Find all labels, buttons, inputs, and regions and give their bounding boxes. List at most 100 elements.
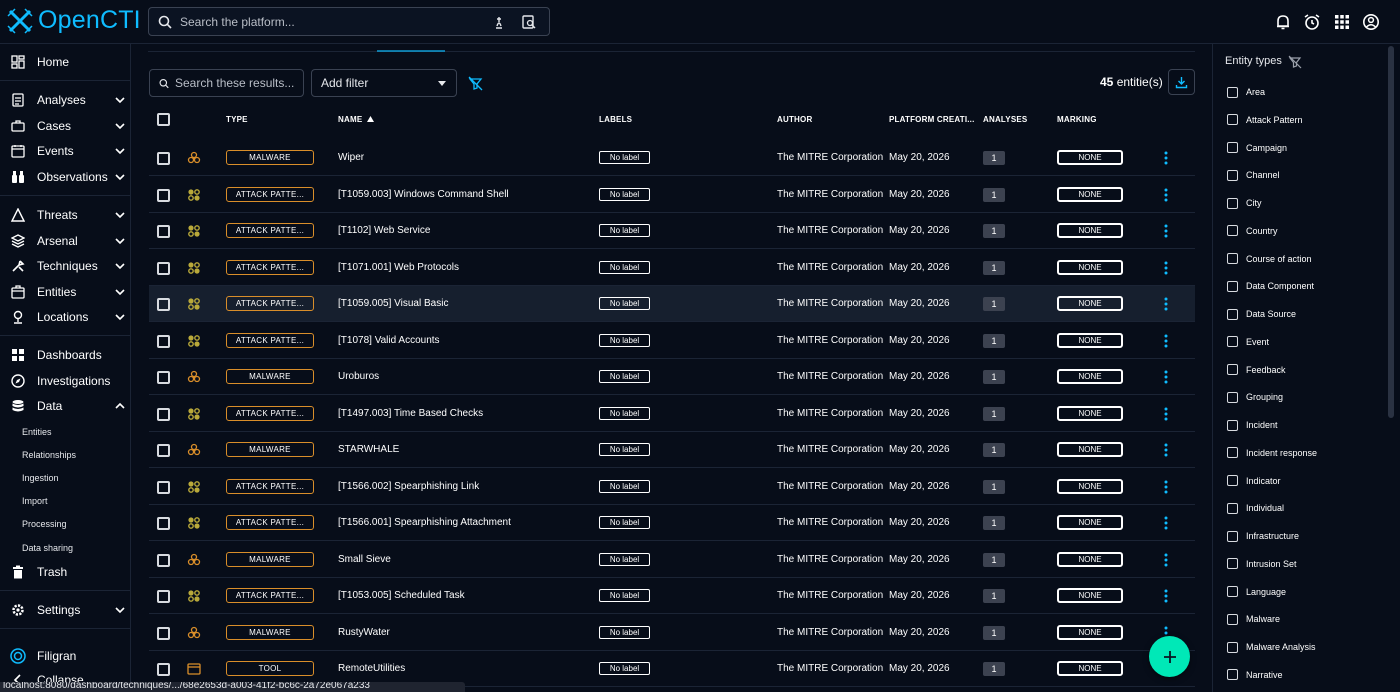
more-vert-icon[interactable] [1159, 552, 1173, 568]
filter-off-icon[interactable] [1288, 55, 1302, 69]
entity-name[interactable]: [T1566.002] Spearphishing Link [338, 481, 479, 492]
entity-type-checkbox[interactable] [1227, 280, 1238, 292]
nav-item-threats[interactable]: Threats [0, 203, 131, 227]
account-circle-icon[interactable] [1362, 13, 1380, 31]
table-row[interactable]: ATTACK PATTE... [T1566.001] Spearphishing… [149, 505, 1195, 541]
nav-item-data[interactable]: Data [0, 394, 131, 418]
clear-filter-icon[interactable] [468, 76, 483, 91]
entity-type-item[interactable]: City [1227, 196, 1262, 210]
entity-name[interactable]: [T1078] Valid Accounts [338, 335, 440, 346]
entity-type-item[interactable]: Attack Pattern [1227, 113, 1303, 127]
nav-item-events[interactable]: Events [0, 139, 131, 163]
entity-type-item[interactable]: Incident [1227, 418, 1278, 432]
entity-type-checkbox[interactable] [1227, 586, 1238, 597]
entity-type-checkbox[interactable] [1227, 364, 1238, 375]
more-vert-icon[interactable] [1159, 260, 1173, 276]
entity-type-checkbox[interactable] [1227, 447, 1238, 459]
nav-item-analyses[interactable]: Analyses [0, 88, 131, 112]
entity-type-checkbox[interactable] [1227, 502, 1238, 514]
ai-hand-icon[interactable] [491, 14, 507, 30]
opencti-logo[interactable]: OpenCTI [6, 6, 141, 35]
nav-subitem-data-sharing[interactable]: Data sharing [22, 543, 73, 553]
nav-subitem-processing[interactable]: Processing [22, 519, 67, 529]
entity-name[interactable]: [T1102] Web Service [338, 225, 430, 236]
nav-item-filigran[interactable]: Filigran [0, 644, 131, 668]
global-search[interactable] [148, 7, 550, 36]
entity-type-checkbox[interactable] [1227, 558, 1238, 570]
entity-type-item[interactable]: Individual [1227, 501, 1284, 515]
entity-type-checkbox[interactable] [1227, 613, 1238, 625]
row-checkbox[interactable] [157, 517, 170, 530]
apps-grid-icon[interactable] [1333, 13, 1351, 31]
table-row[interactable]: ATTACK PATTE... [T1071.001] Web Protocols… [149, 250, 1195, 286]
more-vert-icon[interactable] [1159, 223, 1173, 239]
entity-type-item[interactable]: Data Component [1227, 279, 1314, 293]
entity-type-checkbox[interactable] [1227, 169, 1238, 181]
table-row[interactable]: ATTACK PATTE... [T1059.005] Visual Basic N… [149, 286, 1195, 322]
table-row[interactable]: ATTACK PATTE... [T1497.003] Time Based Ch… [149, 396, 1195, 432]
bell-icon[interactable] [1274, 13, 1292, 31]
entity-name[interactable]: RustyWater [338, 627, 390, 638]
table-row[interactable]: MALWARE Wiper No label The MITRE Corporatio… [149, 140, 1195, 176]
entity-type-checkbox[interactable] [1227, 419, 1238, 431]
add-filter-select[interactable]: Add filter [311, 69, 457, 97]
nav-item-home[interactable]: Home [0, 50, 131, 74]
entity-type-checkbox[interactable] [1227, 253, 1238, 264]
nav-item-trash[interactable]: Trash [0, 560, 131, 584]
table-row[interactable]: ATTACK PATTE... [T1566.002] Spearphishing… [149, 469, 1195, 505]
entity-type-checkbox[interactable] [1227, 530, 1238, 542]
more-vert-icon[interactable] [1159, 479, 1173, 495]
column-header-author[interactable]: AUTHOR [777, 115, 812, 124]
entity-name[interactable]: [T1059.005] Visual Basic [338, 298, 448, 309]
row-checkbox[interactable] [157, 663, 170, 676]
entity-name[interactable]: RemoteUtilities [338, 663, 405, 674]
row-checkbox[interactable] [157, 553, 170, 567]
entity-type-checkbox[interactable] [1227, 391, 1238, 403]
row-checkbox[interactable] [157, 188, 170, 202]
row-checkbox[interactable] [157, 225, 170, 238]
entity-type-item[interactable]: Event [1227, 335, 1269, 349]
nav-item-investigations[interactable]: Investigations [0, 369, 131, 393]
table-row[interactable]: MALWARE STARWHALE No label The MITRE Corpor… [149, 432, 1195, 468]
nav-item-dashboards[interactable]: Dashboards [0, 343, 131, 367]
row-checkbox[interactable] [157, 334, 170, 348]
table-row[interactable]: ATTACK PATTE... [T1102] Web Service No lab… [149, 213, 1195, 249]
more-vert-icon[interactable] [1159, 296, 1173, 312]
row-checkbox[interactable] [157, 407, 170, 421]
entity-type-checkbox[interactable] [1227, 641, 1238, 653]
table-row[interactable]: ATTACK PATTE... [T1053.005] Scheduled Tas… [149, 578, 1195, 614]
entity-type-item[interactable]: Infrastructure [1227, 529, 1299, 543]
entity-type-checkbox[interactable] [1227, 197, 1238, 209]
more-vert-icon[interactable] [1159, 515, 1173, 531]
table-row[interactable]: MALWARE RustyWater No label The MITRE Corpo… [149, 615, 1195, 651]
more-vert-icon[interactable] [1159, 187, 1173, 203]
scrollbar[interactable] [1388, 46, 1394, 418]
entity-type-item[interactable]: Narrative [1227, 668, 1283, 682]
entity-type-item[interactable]: Incident response [1227, 446, 1317, 460]
nav-item-observations[interactable]: Observations [0, 165, 131, 189]
row-checkbox[interactable] [157, 261, 170, 275]
entity-name[interactable]: [T1053.005] Scheduled Task [338, 590, 465, 601]
entity-name[interactable]: Small Sieve [338, 554, 391, 565]
row-checkbox[interactable] [157, 152, 170, 165]
row-checkbox[interactable] [157, 590, 170, 603]
more-vert-icon[interactable] [1159, 442, 1173, 458]
nav-item-techniques[interactable]: Techniques [0, 254, 131, 278]
row-checkbox[interactable] [157, 371, 170, 384]
table-row[interactable]: ATTACK PATTE... [T1078] Valid Accounts No … [149, 323, 1195, 359]
create-entity-button[interactable] [1149, 636, 1190, 677]
column-header-labels[interactable]: LABELS [599, 115, 632, 124]
more-vert-icon[interactable] [1159, 369, 1173, 385]
entity-name[interactable]: Wiper [338, 152, 364, 163]
entity-type-checkbox[interactable] [1227, 86, 1238, 98]
table-row[interactable]: MALWARE Uroburos No label The MITRE Corpora… [149, 359, 1195, 395]
nav-item-settings[interactable]: Settings [0, 598, 131, 622]
entity-type-item[interactable]: Malware [1227, 612, 1280, 626]
entity-type-item[interactable]: Channel [1227, 168, 1280, 182]
entity-type-checkbox[interactable] [1227, 225, 1238, 237]
entity-name[interactable]: [T1566.001] Spearphishing Attachment [338, 517, 511, 528]
table-row[interactable]: MALWARE Small Sieve No label The MITRE Corp… [149, 542, 1195, 578]
nav-item-cases[interactable]: Cases [0, 114, 131, 138]
entity-type-item[interactable]: Campaign [1227, 141, 1287, 155]
nav-subitem-ingestion[interactable]: Ingestion [22, 473, 59, 483]
